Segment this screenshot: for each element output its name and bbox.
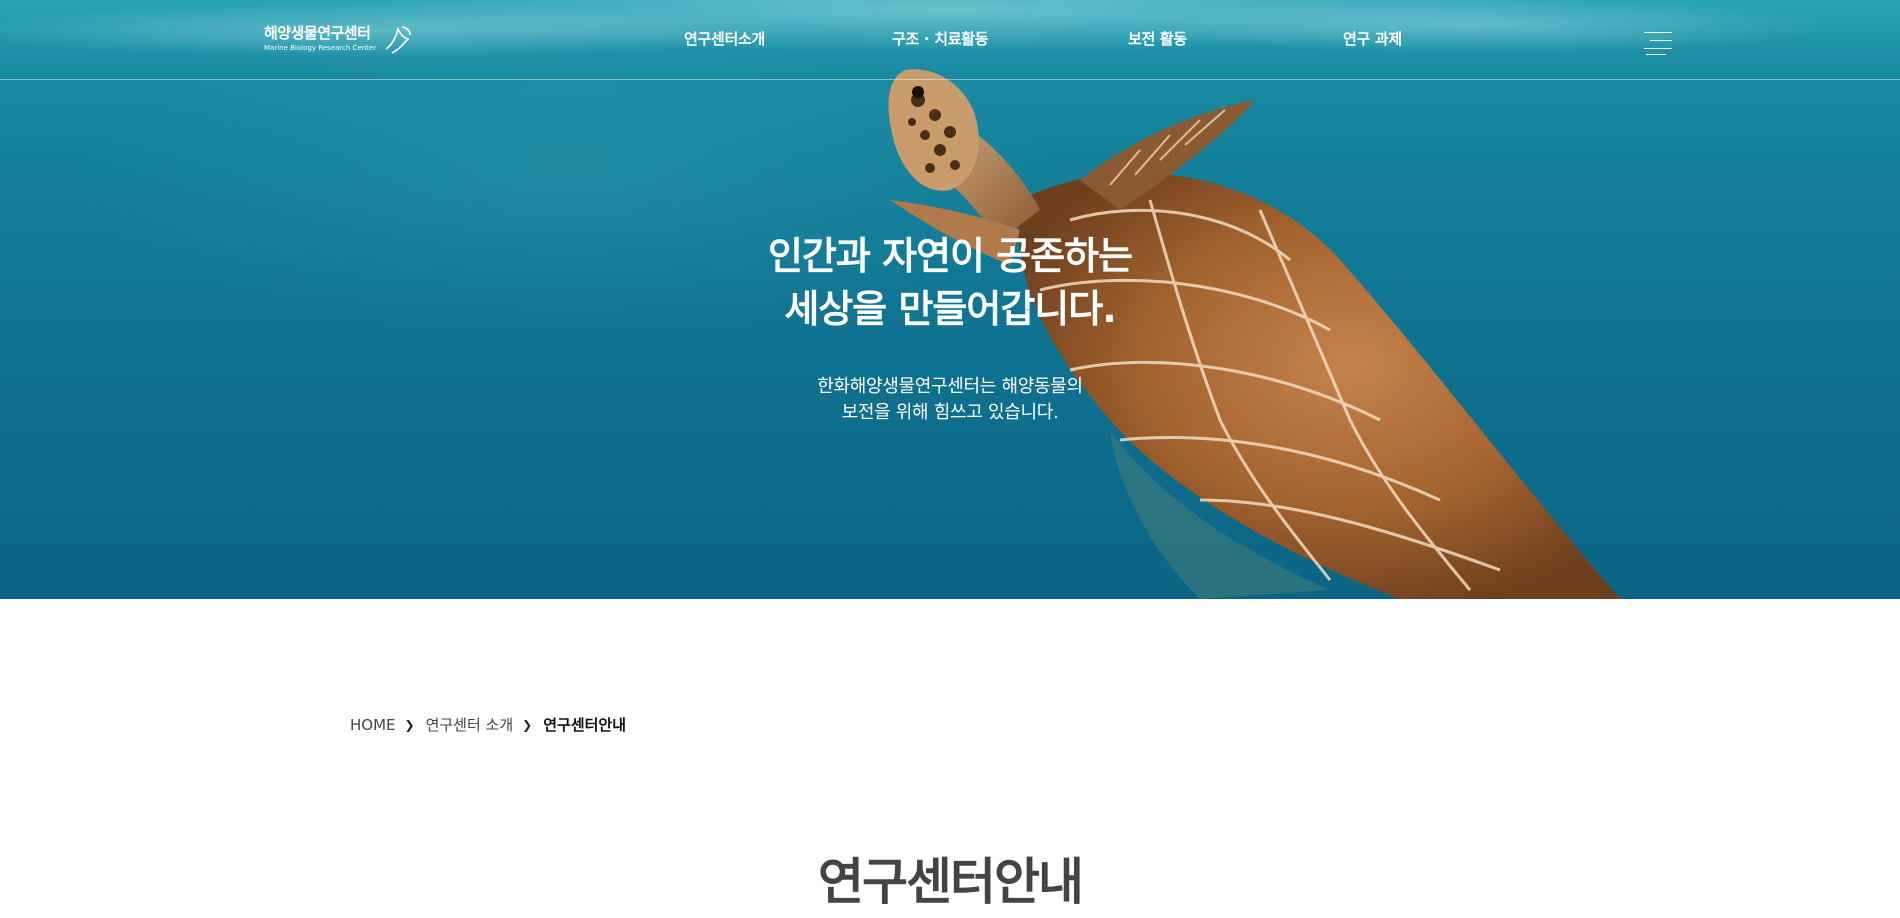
nav-item-about[interactable]: 연구센터소개 xyxy=(684,28,765,49)
nav-item-research[interactable]: 연구 과제 xyxy=(1343,28,1402,49)
site-header: 해양생물연구센터 Marine Biology Research Center … xyxy=(0,0,1900,80)
breadcrumb-about[interactable]: 연구센터 소개 xyxy=(426,714,514,735)
nav-item-conservation[interactable]: 보전 활동 xyxy=(1128,28,1187,49)
breadcrumb-current: 연구센터안내 xyxy=(543,716,627,734)
chevron-right-icon: ❯ xyxy=(404,717,415,732)
hamburger-menu-icon[interactable] xyxy=(1644,32,1672,56)
logo-text-en: Marine Biology Research Center xyxy=(264,44,377,52)
hero-subtitle-line2: 보전을 위해 힘쓰고 있습니다. xyxy=(841,402,1059,423)
page-title: 연구센터안내 xyxy=(818,853,1084,911)
breadcrumb-home[interactable]: HOME xyxy=(350,716,396,734)
hero-title-line2: 세상을 만들어갑니다. xyxy=(784,287,1116,331)
seal-logo-icon xyxy=(385,26,411,54)
breadcrumb: HOME ❯ 연구센터 소개 ❯ 연구센터안내 xyxy=(350,714,626,735)
hero-title: 인간과 자연이 공존하는 세상을 만들어갑니다. xyxy=(0,230,1900,336)
nav-item-rescue[interactable]: 구조 · 치료활동 xyxy=(892,28,989,49)
logo-text-ko: 해양생물연구센터 xyxy=(264,24,371,42)
hero-subtitle: 한화해양생물연구센터는 해양동물의 보전을 위해 힘쓰고 있습니다. xyxy=(0,374,1900,426)
chevron-right-icon: ❯ xyxy=(522,717,533,732)
site-logo[interactable]: 해양생물연구센터 Marine Biology Research Center xyxy=(264,22,424,58)
hero-subtitle-line1: 한화해양생물연구센터는 해양동물의 xyxy=(817,376,1083,397)
hero-title-line1: 인간과 자연이 공존하는 xyxy=(767,234,1133,278)
